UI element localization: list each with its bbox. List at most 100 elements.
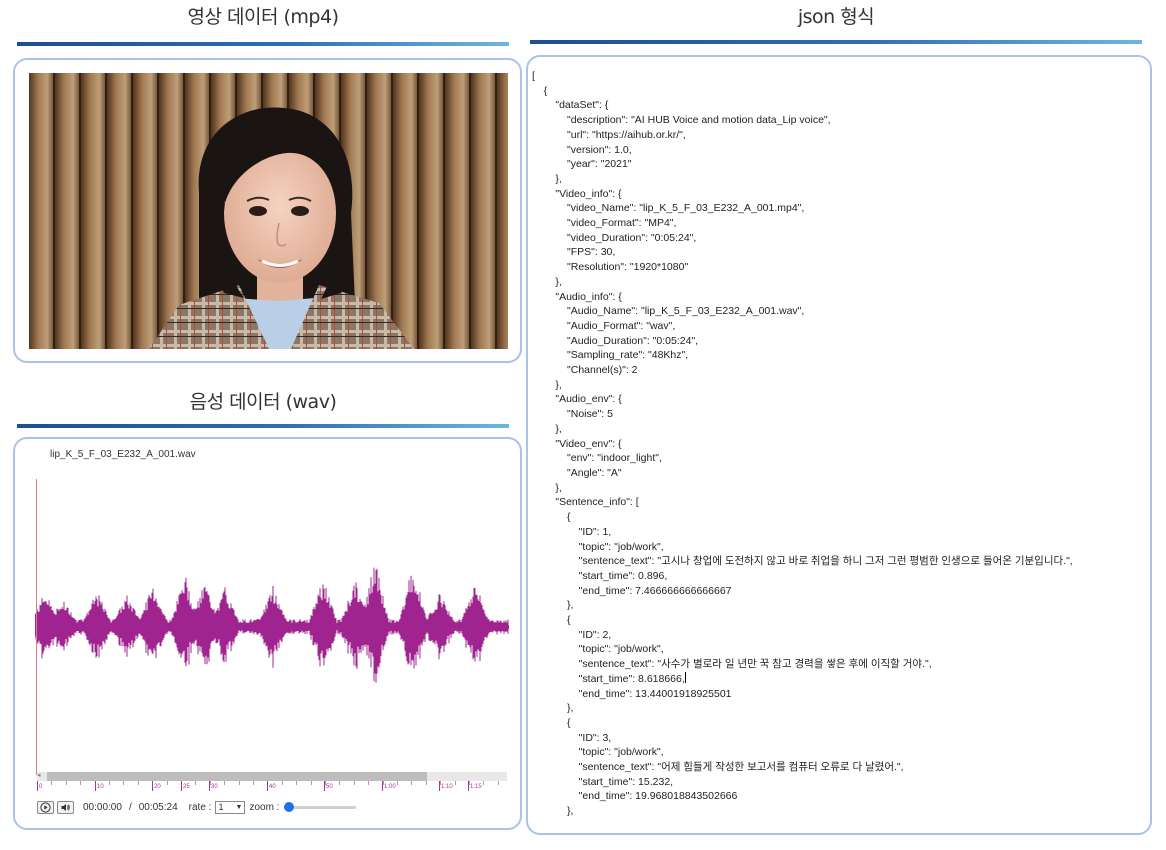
playback-cursor[interactable] xyxy=(36,479,37,775)
timeline-minor-tick xyxy=(397,781,398,785)
json-code-line: { xyxy=(532,84,548,97)
json-code-line: "start_time": 0.896, xyxy=(532,569,668,582)
timeline-tick-label: 10 xyxy=(97,784,104,790)
json-code-line: "Audio_Name": "lip_K_5_F_03_E232_A_001.w… xyxy=(532,305,805,318)
timeline-minor-tick xyxy=(353,781,355,785)
timeline-minor-tick xyxy=(497,781,499,785)
timeline-minor-tick xyxy=(267,781,269,785)
json-code-line: "sentence_text": "고시나 창업에 도전하지 않고 바로 취업을… xyxy=(532,555,1073,568)
json-code-line: "Channel(s)": 2 xyxy=(532,364,638,377)
json-code-line: }, xyxy=(532,805,574,818)
json-code-line: [ xyxy=(532,70,535,82)
json-code-line: "topic": "job/work", xyxy=(532,540,664,553)
json-code-line: "ID": 2, xyxy=(532,628,612,641)
json-code-line: "Sampling_rate": "48Khz", xyxy=(532,349,689,362)
video-frame-image xyxy=(29,73,508,349)
zoom-track xyxy=(284,806,357,809)
timeline-tick-label: 50 xyxy=(326,784,333,790)
json-code-line: "topic": "job/work", xyxy=(532,643,664,656)
json-code-line: "end_time": 7.466666666666667 xyxy=(532,584,732,597)
timeline-minor-tick xyxy=(368,781,370,785)
timeline-minor-tick xyxy=(469,781,470,785)
current-time: 00:00:00 xyxy=(83,801,122,813)
json-code-line: "video_Duration": "0:05:24", xyxy=(532,231,697,244)
zoom-handle[interactable] xyxy=(284,802,295,812)
timeline-tick-label: 30 xyxy=(211,784,218,790)
audio-waveform[interactable] xyxy=(35,479,509,775)
timeline-minor-tick xyxy=(94,781,96,785)
waveform-scroll-thumb[interactable] xyxy=(47,772,427,781)
json-code-line: "Audio_Format": "wav", xyxy=(532,319,676,332)
json-code-line: "video_Format": "MP4", xyxy=(532,217,677,230)
json-code-line: }, xyxy=(532,599,574,612)
timeline-minor-tick xyxy=(382,781,384,785)
json-code-line: }, xyxy=(532,702,574,715)
video-player[interactable] xyxy=(29,73,508,349)
json-code-line: "Audio_Duration": "0:05:24", xyxy=(532,334,699,347)
json-code-line: "sentence_text": "어제 힘들게 작성한 보고서를 컴퓨터 오류… xyxy=(532,761,904,774)
timeline-minor-tick xyxy=(80,781,82,785)
json-code-line: "dataSet": { xyxy=(532,99,609,112)
json-code-line: "FPS": 30, xyxy=(532,246,616,259)
json-panel: [ { "dataSet": { "description": "AI HUB … xyxy=(526,55,1152,835)
waveform-scrollbar[interactable]: ◂ xyxy=(37,772,507,781)
zoom-slider[interactable] xyxy=(284,801,357,813)
timeline-tick-label: 20 xyxy=(154,784,161,790)
timeline-minor-tick xyxy=(152,781,154,785)
audio-title-underline xyxy=(17,424,509,428)
json-code-line: "Video_env": { xyxy=(532,437,622,450)
json-code-line: "start_time": 15.232, xyxy=(532,775,674,788)
timeline-tick-label: 0 xyxy=(39,784,43,790)
text-cursor xyxy=(684,671,686,683)
rate-label: rate : xyxy=(188,801,212,813)
json-code-line: "url": "https://aihub.or.kr/", xyxy=(532,128,686,141)
timeline-minor-tick xyxy=(454,781,456,785)
timeline-minor-tick xyxy=(51,781,53,785)
json-code-line: "Resolution": "1920*1080" xyxy=(532,261,689,274)
timeline-minor-tick xyxy=(310,781,312,785)
json-code-line: "ID": 1, xyxy=(532,525,612,538)
volume-button[interactable] xyxy=(57,800,74,814)
json-code-line: "Sentence_info": [ xyxy=(532,496,639,509)
audio-section-title: 음성 데이터 (wav) xyxy=(189,391,337,413)
json-code-line: "Angle": "A" xyxy=(532,466,622,479)
scroll-left-icon[interactable]: ◂ xyxy=(37,771,41,779)
play-icon xyxy=(40,801,51,813)
json-code-line: "sentence_text": "사수가 별로라 일 년만 꾹 참고 경력을 … xyxy=(532,658,932,671)
speaker-icon xyxy=(61,803,70,811)
play-button[interactable] xyxy=(37,800,54,814)
timeline-tick-label: 40 xyxy=(269,784,276,790)
json-code-line: "version": 1.0, xyxy=(532,143,632,156)
timeline-minor-tick xyxy=(65,781,67,785)
audio-panel: lip_K_5_F_03_E232_A_001.wav ◂ 0 10 20 25 30 4… xyxy=(13,437,522,830)
audio-timeline: 0 10 20 25 30 40 50 1:00 1:10 1:15 xyxy=(37,781,507,793)
json-code-line: }, xyxy=(532,172,562,185)
json-code-line: "description": "AI HUB Voice and motion … xyxy=(532,114,831,127)
timeline-minor-tick xyxy=(483,781,485,785)
timeline-minor-tick xyxy=(166,781,168,785)
timeline-minor-tick xyxy=(253,781,254,785)
json-code-line: }, xyxy=(532,378,562,391)
timeline-tick-label: 1:00 xyxy=(384,784,396,790)
json-code-line: "video_Name": "lip_K_5_F_03_E232_A_001.m… xyxy=(532,202,805,215)
timeline-minor-tick xyxy=(209,781,211,785)
zoom-label: zoom : xyxy=(249,801,280,813)
timeline-tick-label: 1:15 xyxy=(470,784,482,790)
timeline-minor-tick xyxy=(411,781,413,785)
timeline-minor-tick xyxy=(195,781,197,785)
json-code-line: }, xyxy=(532,275,562,288)
json-code-line: { xyxy=(532,716,571,729)
audio-controls: 00:00:00 / 00:05:24 rate : 1 ▼ zoom : xyxy=(37,799,357,815)
video-section-title: 영상 데이터 (mp4) xyxy=(187,6,339,28)
json-code-line: "Noise": 5 xyxy=(532,408,613,421)
timeline-minor-tick xyxy=(137,781,139,785)
rate-value: 1 xyxy=(218,802,224,812)
timeline-minor-tick xyxy=(425,781,427,785)
rate-select[interactable]: 1 ▼ xyxy=(215,800,246,814)
timeline-minor-tick xyxy=(37,781,38,785)
timeline-tick-label: 1:10 xyxy=(441,784,453,790)
timeline-minor-tick xyxy=(325,781,326,785)
json-code-view[interactable]: [ { "dataSet": { "description": "AI HUB … xyxy=(532,69,1073,819)
timeline-minor-tick xyxy=(123,781,125,785)
timeline-minor-tick xyxy=(224,781,226,785)
